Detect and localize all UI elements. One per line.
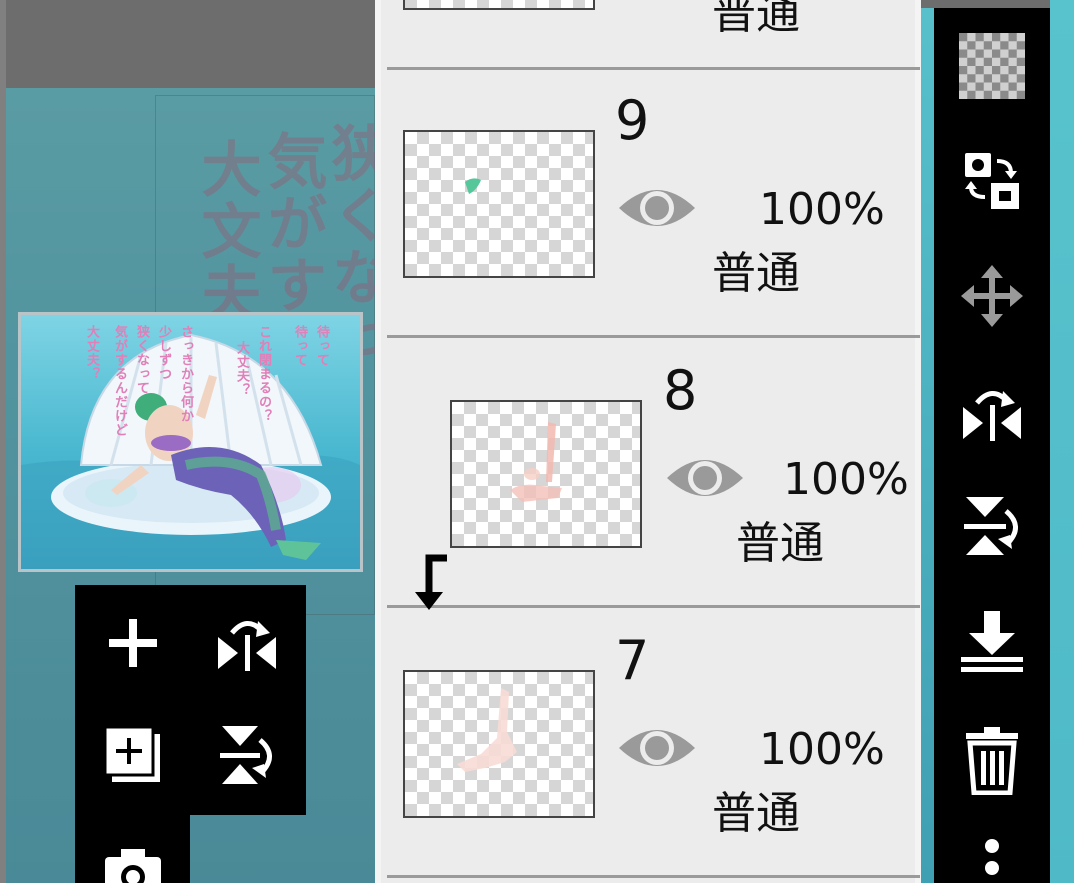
more-options-button[interactable] (952, 830, 1032, 883)
clipping-arrow-icon (415, 554, 447, 610)
merge-down-button[interactable] (952, 602, 1032, 682)
layer-action-toolbar (934, 8, 1050, 883)
trash-icon (966, 727, 1018, 795)
layer-quick-toolbar (75, 585, 306, 883)
flip-vertical-button[interactable] (197, 705, 297, 805)
canvas-edge (1050, 0, 1074, 883)
more-vertical-icon (985, 839, 999, 875)
flip-vertical-icon (220, 726, 272, 784)
layer-number: 7 (615, 629, 650, 692)
canvas-edge (921, 8, 934, 883)
layer-thumbnail-art (510, 422, 562, 502)
layer-thumbnail (403, 130, 595, 278)
layer-row[interactable]: 7 100% 普通 (387, 610, 920, 878)
layer-thumbnail (403, 0, 595, 10)
swap-icon (965, 153, 1019, 209)
eye-icon[interactable] (617, 180, 697, 236)
duplicate-layer-button[interactable] (83, 705, 183, 805)
eye-icon[interactable] (665, 450, 745, 506)
swap-layers-button[interactable] (952, 140, 1032, 220)
plus-icon (109, 619, 157, 667)
preview-text-column: 狭くなって (134, 325, 149, 395)
copy-plus-icon (103, 725, 160, 782)
layer-blend-mode[interactable]: 普通 (712, 792, 800, 836)
preview-text-column: 少しずつ (156, 325, 171, 381)
layer-thumbnail-art (465, 178, 481, 194)
layer-thumbnail (403, 670, 595, 818)
delete-layer-button[interactable] (952, 720, 1032, 800)
preview-text-column: 気がするんだけど (112, 325, 127, 437)
flip-horizontal-icon (218, 621, 276, 671)
layer-opacity[interactable]: 100% (759, 728, 885, 772)
preview-text-column: 待って (314, 325, 329, 367)
preview-text-column: さっきから何か (178, 325, 193, 423)
flip-horizontal-button[interactable] (197, 593, 297, 693)
layer-blend-mode[interactable]: 普通 (712, 252, 800, 296)
flip-vertical-icon (964, 497, 1018, 555)
layer-number: 9 (615, 89, 650, 152)
move-layer-button[interactable] (952, 256, 1032, 336)
layer-opacity[interactable]: 100% (759, 188, 885, 232)
add-layer-button[interactable] (83, 593, 183, 693)
camera-button[interactable] (83, 825, 183, 883)
flip-horizontal-icon (963, 391, 1021, 441)
preview-text-column: 大丈夫？ (84, 325, 99, 381)
transparency-button[interactable] (952, 26, 1032, 106)
eye-icon[interactable] (617, 720, 697, 776)
layer-thumbnail-art (457, 688, 517, 772)
flip-layer-vertical-button[interactable] (952, 486, 1032, 566)
layer-number: 8 (663, 359, 698, 422)
layer-blend-mode[interactable]: 普通 (736, 522, 824, 566)
layer-row[interactable]: 9 100% 普通 (387, 70, 920, 338)
preview-text-column: これ閉まるの？ (256, 325, 271, 423)
preview-text-column: 待って (292, 325, 307, 367)
merge-down-icon (961, 611, 1023, 672)
layer-blend-mode[interactable]: 普通 (712, 0, 800, 36)
layer-opacity[interactable]: 100% (783, 458, 909, 502)
layer-thumbnail (450, 400, 642, 548)
flip-layer-horizontal-button[interactable] (952, 372, 1032, 452)
preview-text-column: 大丈夫？ (234, 341, 249, 397)
layer-row[interactable]: 8 100% 普通 (387, 340, 920, 610)
layer-row[interactable]: 普通 (387, 0, 920, 70)
canvas-preview-thumbnail[interactable]: 待って 待って これ閉まるの？ 大丈夫？ さっきから何か 少しずつ 狭くなって … (18, 312, 363, 572)
checkerboard-icon (959, 33, 1025, 99)
move-arrows-icon (961, 265, 1023, 327)
camera-icon (105, 849, 161, 883)
layer-panel: 普通 9 100% 普通 8 100% 普通 7 100% 普通 (375, 0, 921, 883)
